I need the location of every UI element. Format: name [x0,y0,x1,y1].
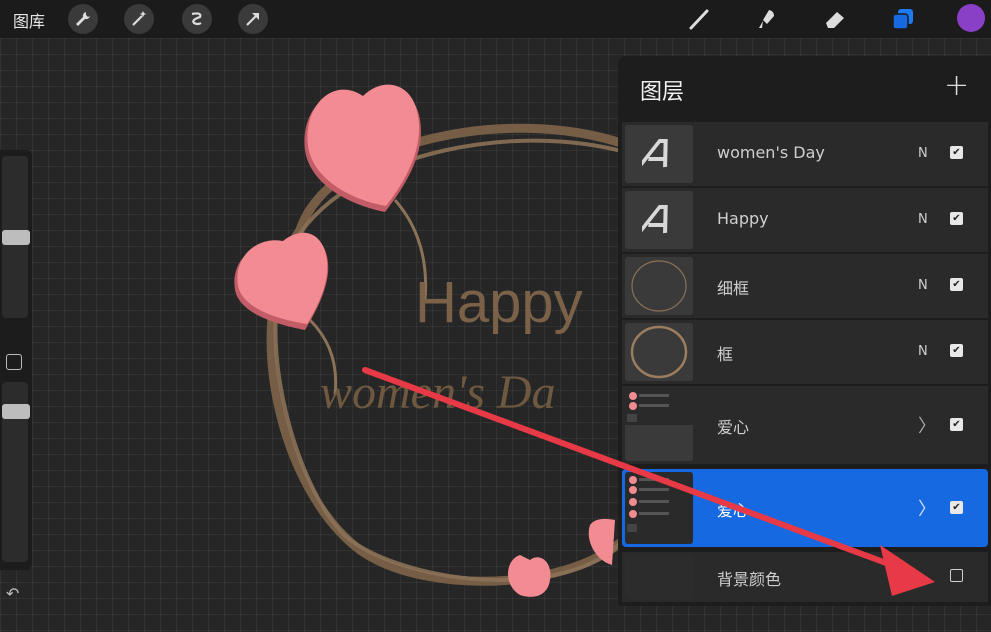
brush-size-slider[interactable] [2,156,30,318]
eraser-icon[interactable] [820,4,850,34]
canvas-text-womens-day: women's Da [320,366,556,419]
gallery-button[interactable]: 图库 [13,8,45,32]
layer-name: 爱心 [717,501,750,520]
selection-icon[interactable] [182,4,212,34]
layer-name: women's Day [717,143,825,162]
visibility-checkbox[interactable]: ✔ [950,501,963,514]
visibility-checkbox[interactable] [950,569,963,582]
smudge-icon[interactable] [752,4,782,34]
layer-row[interactable]: 框 N ✔ [622,320,988,384]
text-layer-thumbnail [625,191,693,249]
group-thumbnail [625,389,693,461]
add-layer-button[interactable]: + [944,68,969,103]
check-icon: ✔ [952,146,961,158]
undo-icon[interactable]: ↶ [6,584,19,603]
background-color-swatch[interactable] [625,555,693,599]
modify-button[interactable] [6,354,22,370]
layer-row[interactable]: Happy N ✔ [622,188,988,252]
heart-shape [234,232,329,330]
top-toolbar: 图库 [0,0,991,38]
layers-panel: 图层 + women's Day N ✔ Happy N ✔ 细框 N ✔ 框 … [618,56,991,606]
color-picker-button[interactable] [957,4,985,32]
layers-icon[interactable] [888,4,918,34]
check-icon: ✔ [952,212,961,224]
layer-row[interactable]: 细框 N ✔ [622,254,988,318]
layer-row[interactable]: women's Day N ✔ [622,122,988,186]
layer-group-row-selected[interactable]: 爱心 〉 ✔ [622,469,988,547]
blend-mode-button[interactable]: N [918,212,928,227]
group-thumbnail [625,472,693,544]
visibility-checkbox[interactable]: ✔ [950,418,963,431]
blend-mode-button[interactable]: N [918,278,928,293]
layer-thumbnail [625,257,693,315]
check-icon: ✔ [952,501,961,513]
visibility-checkbox[interactable]: ✔ [950,146,963,159]
check-icon: ✔ [952,278,961,290]
layers-panel-title: 图层 [640,80,685,105]
layer-group-row[interactable]: 爱心 〉 ✔ [622,386,988,464]
layer-name: 背景颜色 [717,570,782,589]
visibility-checkbox[interactable]: ✔ [950,344,963,357]
layer-name: 框 [717,345,734,364]
canvas-text-happy: Happy [415,270,583,335]
chevron-right-icon[interactable]: 〉 [918,495,936,521]
text-layer-thumbnail [625,125,693,183]
layer-thumbnail [625,323,693,381]
brush-icon[interactable] [684,4,714,34]
transform-arrow-icon[interactable] [238,4,268,34]
opacity-handle[interactable] [2,404,30,419]
background-color-row[interactable]: 背景颜色 [622,552,988,602]
check-icon: ✔ [952,418,961,430]
blend-mode-button[interactable]: N [918,146,928,161]
visibility-checkbox[interactable]: ✔ [950,278,963,291]
blend-mode-button[interactable]: N [918,344,928,359]
left-sidebar: ↶ [0,150,32,603]
layer-name: 爱心 [717,418,750,437]
opacity-slider[interactable] [2,382,30,562]
wrench-icon[interactable] [68,4,98,34]
layer-name: 细框 [717,279,750,298]
check-icon: ✔ [952,344,961,356]
chevron-right-icon[interactable]: 〉 [918,412,936,438]
magic-wand-icon[interactable] [124,4,154,34]
visibility-checkbox[interactable]: ✔ [950,212,963,225]
layer-name: Happy [717,209,769,228]
brush-size-handle[interactable] [2,230,30,245]
